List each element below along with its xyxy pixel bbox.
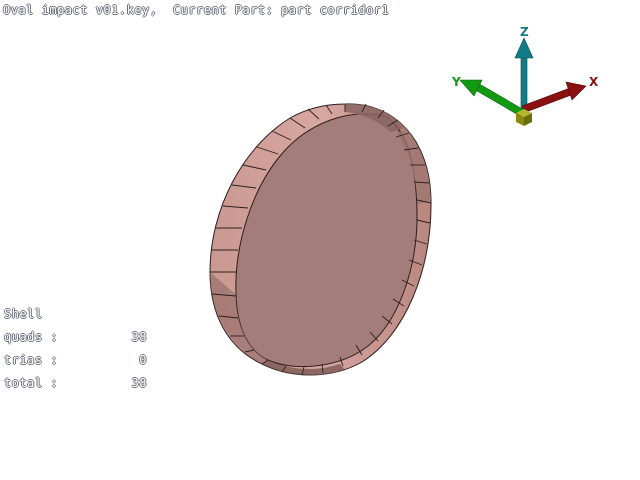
stats-row-quads: quads : 38 <box>4 330 149 353</box>
stats-row-total: total : 38 <box>4 376 149 399</box>
z-axis-label: Z <box>520 25 529 39</box>
model-viewport[interactable]: Z Y X <box>0 0 640 480</box>
axis-triad[interactable]: Z Y X <box>451 25 599 126</box>
stats-value: 38 <box>131 376 147 390</box>
stats-value: 0 <box>139 353 147 367</box>
shell-ring-mesh[interactable] <box>209 103 432 376</box>
stats-label: total : <box>4 376 59 390</box>
y-axis-arrow <box>459 79 525 117</box>
element-stats-panel: Shell quads : 38 trias : 0 total : 38 <box>4 307 149 399</box>
y-axis-label: Y <box>451 75 461 89</box>
stats-heading-row: Shell <box>4 307 149 330</box>
stats-heading: Shell <box>4 307 43 321</box>
stats-label: trias : <box>4 353 59 367</box>
stats-row-trias: trias : 0 <box>4 353 149 376</box>
stats-value: 38 <box>131 330 147 344</box>
x-axis-label: X <box>589 75 599 89</box>
stats-label: quads : <box>4 330 59 344</box>
x-axis-arrow <box>521 81 587 113</box>
